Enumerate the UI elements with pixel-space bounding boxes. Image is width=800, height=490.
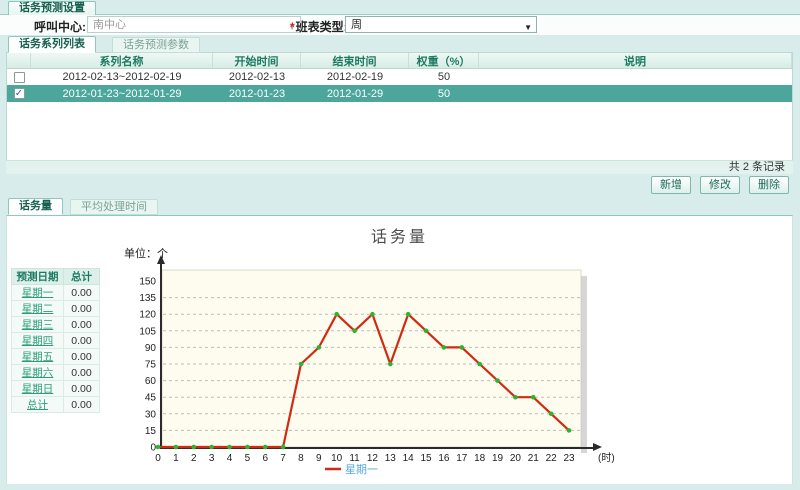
svg-text:5: 5	[245, 453, 251, 464]
call-center-select[interactable]: 南中心 ▼	[87, 16, 301, 33]
action-button-row: 新增修改删除	[6, 176, 793, 196]
header-start-time: 开始时间	[213, 53, 301, 68]
svg-text:9: 9	[316, 453, 322, 464]
svg-text:(时): (时)	[598, 452, 615, 464]
schedule-type-label: *班表类型:	[290, 18, 348, 35]
start-time-cell: 2012-02-13	[213, 69, 301, 85]
table-row[interactable]: 2012-02-13~2012-02-192012-02-132012-02-1…	[7, 69, 792, 85]
svg-text:120: 120	[139, 310, 156, 321]
row-checkbox-cell	[7, 69, 31, 85]
header-end-time: 结束时间	[301, 53, 409, 68]
series-name-cell: 2012-01-23~2012-01-29	[31, 85, 213, 102]
header-series-name: 系列名称	[31, 53, 213, 68]
series-table: 系列名称 开始时间 结束时间 权重（%） 说明 2012-02-13~2012-…	[6, 52, 793, 160]
call-center-value: 南中心	[93, 19, 126, 31]
svg-text:3: 3	[209, 453, 215, 464]
svg-text:16: 16	[438, 453, 450, 464]
svg-text:星期一: 星期一	[345, 463, 378, 476]
svg-text:2: 2	[191, 453, 197, 464]
page-title-tab[interactable]: 话务预测设置	[8, 1, 96, 15]
svg-text:0: 0	[155, 453, 161, 464]
svg-text:13: 13	[385, 453, 397, 464]
tab-forecast-params[interactable]: 话务预测参数	[112, 37, 200, 53]
svg-text:4: 4	[227, 453, 233, 464]
required-asterisk: *	[290, 20, 295, 34]
header-weight: 权重（%）	[409, 53, 479, 68]
table-row[interactable]: ✓ 2012-01-23~2012-01-292012-01-232012-01-…	[7, 85, 792, 102]
row-checkbox[interactable]: ✓	[14, 88, 25, 99]
chevron-down-icon: ▼	[524, 20, 532, 35]
delete-button[interactable]: 删除	[749, 176, 789, 194]
svg-text:75: 75	[145, 360, 157, 371]
row-checkbox-cell: ✓	[7, 85, 31, 102]
svg-text:18: 18	[474, 453, 486, 464]
record-count: 共 2 条记录	[6, 160, 793, 174]
toolbar: 呼叫中心: 南中心 ▼ *班表类型: 周 ▼	[0, 15, 800, 35]
series-table-body: 2012-02-13~2012-02-192012-02-132012-02-1…	[7, 69, 792, 102]
svg-text:150: 150	[139, 277, 156, 288]
note-cell	[479, 69, 792, 85]
app-window: 话务预测设置 呼叫中心: 南中心 ▼ *班表类型: 周 ▼ 话务系列列表 话务预…	[0, 0, 800, 490]
row-checkbox[interactable]	[14, 72, 25, 83]
end-time-cell: 2012-02-19	[301, 69, 409, 85]
schedule-type-value: 周	[351, 19, 362, 31]
schedule-type-select[interactable]: 周 ▼	[345, 16, 537, 33]
add-button[interactable]: 新增	[651, 176, 691, 194]
weight-cell: 50	[409, 85, 479, 102]
header-checkbox-cell	[7, 53, 31, 68]
series-table-header: 系列名称 开始时间 结束时间 权重（%） 说明	[7, 53, 792, 69]
svg-text:1: 1	[173, 453, 179, 464]
svg-text:21: 21	[528, 453, 540, 464]
chart-panel: 话务量 单位：个 预测日期 总计 星期一0.00星期二0.00星期三0.00星期…	[6, 215, 793, 484]
svg-text:7: 7	[280, 453, 286, 464]
svg-text:10: 10	[331, 453, 343, 464]
tab-traffic-volume[interactable]: 话务量	[8, 198, 63, 215]
series-name-cell: 2012-02-13~2012-02-19	[31, 69, 213, 85]
end-time-cell: 2012-01-29	[301, 85, 409, 102]
svg-text:14: 14	[403, 453, 415, 464]
start-time-cell: 2012-01-23	[213, 85, 301, 102]
tab-avg-handle-time[interactable]: 平均处理时间	[70, 199, 158, 215]
svg-text:8: 8	[298, 453, 304, 464]
svg-text:0: 0	[150, 443, 156, 454]
svg-text:30: 30	[145, 409, 157, 420]
svg-text:60: 60	[145, 376, 157, 387]
svg-text:23: 23	[563, 453, 575, 464]
modify-button[interactable]: 修改	[700, 176, 740, 194]
weight-cell: 50	[409, 69, 479, 85]
svg-text:15: 15	[145, 426, 157, 437]
svg-text:19: 19	[492, 453, 504, 464]
svg-text:15: 15	[420, 453, 432, 464]
note-cell	[479, 85, 792, 102]
svg-text:90: 90	[145, 343, 157, 354]
header-note: 说明	[479, 53, 792, 68]
svg-text:105: 105	[139, 326, 156, 337]
svg-text:12: 12	[367, 453, 379, 464]
svg-text:20: 20	[510, 453, 522, 464]
call-center-label: 呼叫中心:	[34, 18, 86, 35]
svg-text:11: 11	[349, 453, 360, 464]
tab-series-list[interactable]: 话务系列列表	[8, 36, 96, 53]
svg-text:6: 6	[262, 453, 268, 464]
svg-text:17: 17	[456, 453, 468, 464]
traffic-line-chart: 0153045607590105120135150012345678910111…	[7, 216, 794, 485]
svg-text:45: 45	[145, 393, 157, 404]
svg-text:22: 22	[546, 453, 558, 464]
svg-text:135: 135	[139, 293, 156, 304]
